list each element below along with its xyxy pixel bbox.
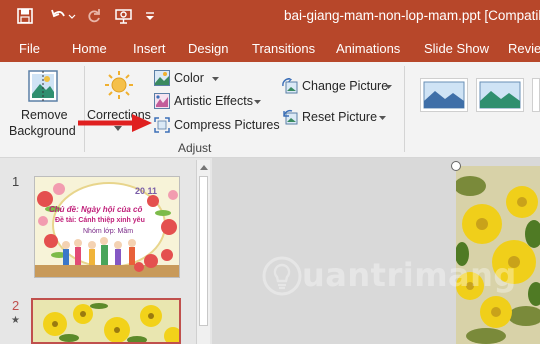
slide-number: 2	[12, 298, 20, 313]
slide-thumbnail-2[interactable]	[31, 298, 181, 344]
picture-style-1[interactable]	[420, 78, 468, 112]
resize-handle[interactable]	[451, 161, 461, 171]
save-icon[interactable]	[14, 0, 36, 32]
remove-background-button[interactable]: Remove Background	[6, 66, 78, 138]
tab-review[interactable]: Review	[508, 41, 540, 56]
artistic-effects-label: Artistic Effects	[174, 94, 253, 108]
chevron-down-icon	[254, 100, 261, 104]
slide-thumbnail-1[interactable]: 20 11 Chủ đề: Ngày hội của cô Đề tài: Cá…	[34, 176, 180, 278]
reset-picture-label: Reset Picture	[302, 110, 378, 124]
reset-picture-button[interactable]: Reset Picture	[282, 107, 394, 127]
reset-picture-icon	[283, 109, 298, 125]
color-icon	[154, 70, 170, 86]
tab-animations[interactable]: Animations	[336, 41, 400, 56]
red-arrow-annotation	[78, 114, 152, 132]
tab-slide-show[interactable]: Slide Show	[424, 41, 489, 56]
tab-insert[interactable]: Insert	[133, 41, 166, 56]
remove-background-icon	[28, 70, 58, 102]
tab-transitions[interactable]: Transitions	[252, 41, 315, 56]
slide-1-line-1: Chủ đề: Ngày hội của cô	[49, 205, 143, 214]
title-bar: bai-giang-mam-non-lop-mam.ppt [Compatibi…	[0, 0, 540, 32]
chevron-down-icon	[212, 77, 219, 81]
customize-qat-icon[interactable]	[142, 0, 158, 32]
artistic-effects-button[interactable]: Artistic Effects	[154, 91, 264, 111]
redo-icon[interactable]	[84, 0, 104, 32]
undo-icon[interactable]	[48, 0, 78, 32]
change-picture-button[interactable]: Change Picture	[282, 76, 394, 96]
sun-icon	[105, 71, 133, 99]
lightbulb-logo-icon	[262, 256, 302, 296]
remove-background-label-2: Background	[9, 124, 76, 138]
present-from-start-icon[interactable]	[112, 0, 136, 32]
slide-number: 1	[12, 174, 20, 189]
picture-style-2[interactable]	[476, 78, 524, 112]
ribbon-separator	[84, 66, 85, 152]
watermark-text: uantrimang	[302, 256, 517, 294]
ribbon-picture-format: Remove Background Corrections Color Arti…	[0, 62, 540, 158]
artistic-effects-icon	[154, 93, 170, 109]
picture-style-3[interactable]	[532, 78, 540, 112]
tab-design[interactable]: Design	[188, 41, 228, 56]
slide-1-date-badge: 20 11	[135, 186, 158, 196]
color-button[interactable]: Color	[154, 68, 222, 88]
scroll-up-icon[interactable]	[200, 164, 208, 170]
chevron-down-icon	[385, 85, 392, 89]
change-picture-icon	[282, 78, 298, 94]
remove-background-label-1: Remove	[21, 108, 68, 122]
slide-2-artwork	[33, 300, 179, 342]
chevron-down-icon	[379, 116, 386, 120]
compress-pictures-button[interactable]: Compress Pictures	[154, 115, 280, 135]
watermark: uantrimang	[262, 254, 522, 298]
compress-pictures-icon	[154, 117, 170, 133]
tab-home[interactable]: Home	[72, 41, 107, 56]
slide-thumbnail-panel: 1 20 11 Chủ đề: Ngày hội của cô Đề tài: …	[0, 158, 212, 344]
slide-1-line-2: Đề tài: Cánh thiệp xinh yêu	[55, 217, 145, 224]
ribbon-tabs: File Home Insert Design Transitions Anim…	[0, 32, 540, 62]
group-label-adjust: Adjust	[178, 141, 212, 155]
compress-pictures-label: Compress Pictures	[174, 118, 280, 132]
color-label: Color	[174, 71, 204, 85]
scrollbar-thumb[interactable]	[199, 176, 208, 326]
slide-1-line-3: Nhóm lớp: Mầm	[83, 228, 134, 235]
window-title: bai-giang-mam-non-lop-mam.ppt [Compatibi…	[284, 8, 540, 23]
change-picture-label: Change Picture	[302, 79, 389, 93]
thumbnail-scrollbar[interactable]	[196, 160, 210, 344]
tab-file[interactable]: File	[19, 41, 40, 56]
slide-animation-star-icon: ★	[11, 315, 20, 326]
ribbon-separator	[404, 66, 405, 152]
